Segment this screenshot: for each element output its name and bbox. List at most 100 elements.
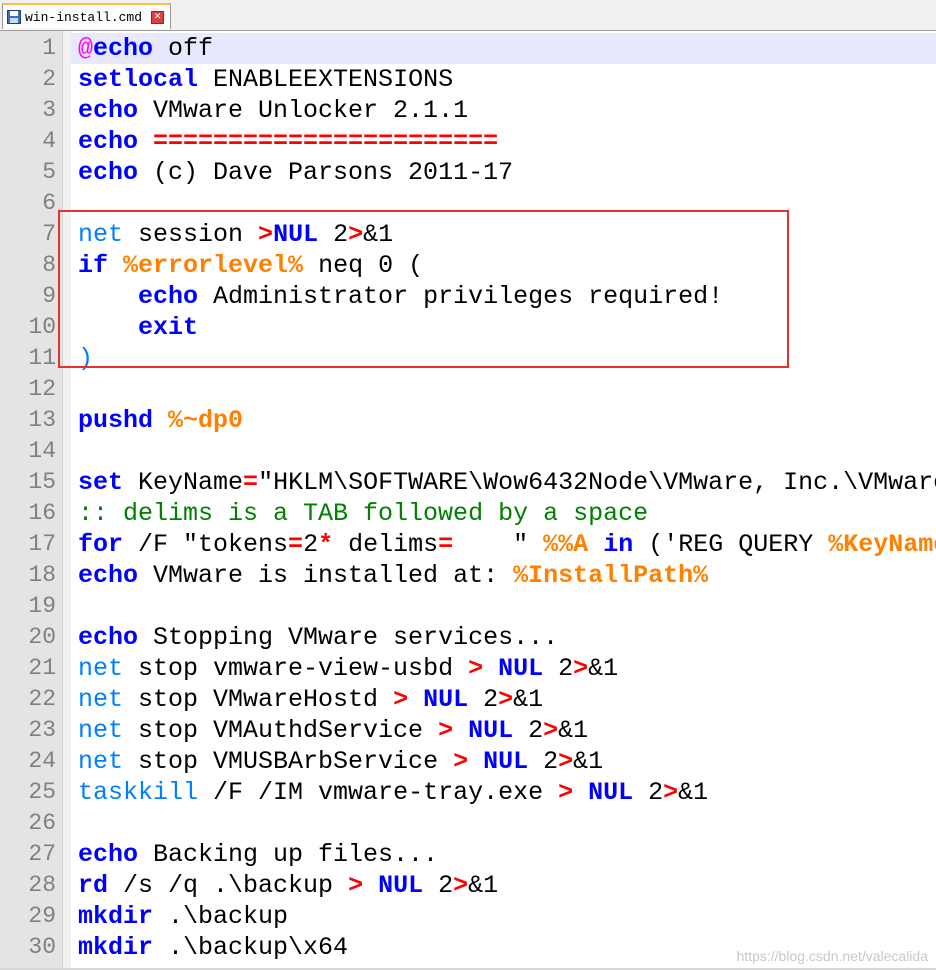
line-number: 29 <box>28 903 56 929</box>
code-token: > <box>393 685 409 714</box>
code-token: > <box>453 747 469 776</box>
code-token: 2 <box>468 685 499 714</box>
code-text: set KeyName="HKLM\SOFTWARE\Wow6432Node\V… <box>78 467 936 498</box>
code-text: echo Stopping VMware services... <box>78 622 558 653</box>
code-token: session <box>123 220 259 249</box>
code-token: > <box>558 778 574 807</box>
line-number: 15 <box>28 469 56 495</box>
code-line[interactable]: 16:: delims is a TAB followed by a space <box>0 498 936 529</box>
code-line[interactable]: 10 exit <box>0 312 936 343</box>
code-token: net <box>78 654 124 683</box>
code-text: net stop VMAuthdService > NUL 2>&1 <box>78 715 588 746</box>
save-disk-icon <box>7 10 21 24</box>
code-token: > <box>468 654 484 683</box>
code-line[interactable]: 4 echo ======================= <box>0 126 936 157</box>
code-token: NUL <box>273 220 319 249</box>
code-line[interactable]: 18 echo VMware is installed at: %InstallP… <box>0 560 936 591</box>
code-line[interactable]: 9 echo Administrator privileges required… <box>0 281 936 312</box>
code-line[interactable]: 1 @echo off <box>0 33 936 64</box>
code-line[interactable]: 8 if %errorlevel% neq 0 ( <box>0 250 936 281</box>
code-token: stop VMwareHostd <box>123 685 394 714</box>
line-number: 21 <box>28 655 56 681</box>
code-editor[interactable]: 1 @echo off 2 setlocal ENABLEEXTENSIONS 3 ech… <box>0 31 936 970</box>
code-token: > <box>438 716 454 745</box>
code-line[interactable]: 19 <box>0 591 936 622</box>
code-line[interactable]: 25 taskkill /F /IM vmware-tray.exe > NUL … <box>0 777 936 808</box>
code-text: if %errorlevel% neq 0 ( <box>78 250 423 281</box>
code-token: stop VMAuthdService <box>123 716 439 745</box>
code-token: = <box>288 530 304 559</box>
code-line[interactable]: 6 <box>0 188 936 219</box>
code-token: %errorlevel% <box>123 251 304 280</box>
code-text: pushd %~dp0 <box>78 405 243 436</box>
code-token: > <box>558 747 574 776</box>
code-line[interactable]: 22 net stop VMwareHostd > NUL 2>&1 <box>0 684 936 715</box>
code-text: echo VMware Unlocker 2.1.1 <box>78 95 468 126</box>
code-token: if <box>78 251 109 280</box>
code-line[interactable]: 7 net session >NUL 2>&1 <box>0 219 936 250</box>
code-token: %KeyName% <box>828 530 936 559</box>
line-number: 27 <box>28 841 56 867</box>
code-line[interactable]: 13 pushd %~dp0 <box>0 405 936 436</box>
code-token: 2 <box>423 871 454 900</box>
line-number: 14 <box>28 438 56 464</box>
code-token: /F "tokens <box>123 530 289 559</box>
code-token: > <box>453 871 469 900</box>
code-line[interactable]: 2 setlocal ENABLEEXTENSIONS <box>0 64 936 95</box>
code-token: set <box>78 468 124 497</box>
code-line[interactable]: 27 echo Backing up files... <box>0 839 936 870</box>
code-line[interactable]: 23 net stop VMAuthdService > NUL 2>&1 <box>0 715 936 746</box>
code-token: delims <box>333 530 439 559</box>
code-line[interactable]: 12 <box>0 374 936 405</box>
line-number: 7 <box>42 221 56 247</box>
code-text: net session >NUL 2>&1 <box>78 219 393 250</box>
code-token: %~dp0 <box>168 406 244 435</box>
code-line[interactable]: 5 echo (c) Dave Parsons 2011-17 <box>0 157 936 188</box>
code-line[interactable]: 11) <box>0 343 936 374</box>
tab-filename: win-install.cmd <box>25 9 143 25</box>
tab-bar: win-install.cmd ✕ <box>0 0 936 31</box>
code-line[interactable]: 20 echo Stopping VMware services... <box>0 622 936 653</box>
close-tab-icon[interactable]: ✕ <box>151 10 164 24</box>
code-line[interactable]: 28rd /s /q .\backup > NUL 2>&1 <box>0 870 936 901</box>
code-token: echo <box>93 34 154 63</box>
code-token: Stopping VMware services... <box>138 623 559 652</box>
line-number: 1 <box>42 35 56 61</box>
code-line[interactable]: 15 set KeyName="HKLM\SOFTWARE\Wow6432Node… <box>0 467 936 498</box>
code-line[interactable]: 21 net stop vmware-view-usbd > NUL 2>&1 <box>0 653 936 684</box>
code-token: = <box>438 530 454 559</box>
code-line[interactable]: 29 mkdir .\backup <box>0 901 936 932</box>
code-token: 2 <box>513 716 544 745</box>
code-token: = <box>243 468 259 497</box>
tab-win-install[interactable]: win-install.cmd ✕ <box>2 3 171 29</box>
watermark: https://blog.csdn.net/valecalida <box>736 948 928 964</box>
code-token: net <box>78 685 124 714</box>
code-text: setlocal ENABLEEXTENSIONS <box>78 64 453 95</box>
code-token: ('REG QUERY <box>633 530 829 559</box>
code-token: * <box>318 530 334 559</box>
code-token: &1 <box>513 685 544 714</box>
code-line[interactable]: 17 for /F "tokens=2* delims= " %%A in ('R… <box>0 529 936 560</box>
code-line[interactable]: 26 <box>0 808 936 839</box>
code-token: pushd <box>78 406 154 435</box>
line-number: 16 <box>28 500 56 526</box>
line-number: 25 <box>28 779 56 805</box>
code-line[interactable]: 24 net stop VMUSBArbService > NUL 2>&1 <box>0 746 936 777</box>
code-token: Administrator privileges required! <box>198 282 724 311</box>
code-text: net stop VMUSBArbService > NUL 2>&1 <box>78 746 603 777</box>
code-text: net stop vmware-view-usbd > NUL 2>&1 <box>78 653 618 684</box>
code-token: in <box>603 530 634 559</box>
code-line[interactable]: 14 <box>0 436 936 467</box>
code-token: > <box>498 685 514 714</box>
code-token: %%A <box>543 530 589 559</box>
code-line[interactable]: 3 echo VMware Unlocker 2.1.1 <box>0 95 936 126</box>
code-token: /s /q .\backup <box>108 871 349 900</box>
code-text: taskkill /F /IM vmware-tray.exe > NUL 2>… <box>78 777 708 808</box>
code-token: 2 <box>528 747 559 776</box>
code-token: echo <box>78 840 139 869</box>
